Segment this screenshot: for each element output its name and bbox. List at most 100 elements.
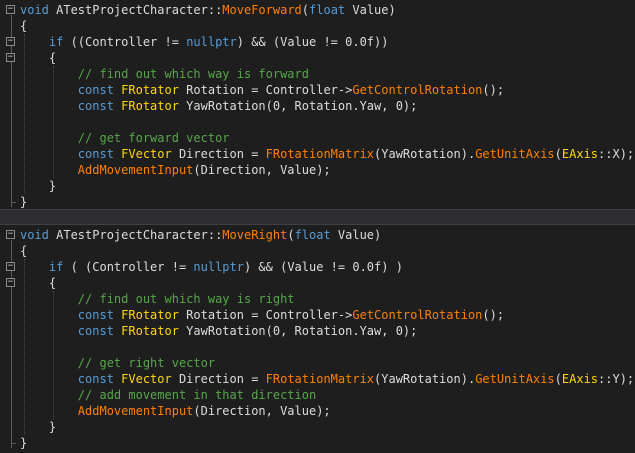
- code-line[interactable]: }: [20, 194, 27, 210]
- code-token: Direction =: [171, 372, 266, 386]
- code-token: ) && (Value != 0.0f) ): [243, 260, 403, 274]
- code-token: ( (Controller !=: [63, 260, 194, 274]
- code-token: FVector: [121, 372, 172, 386]
- code-token: float: [294, 228, 331, 242]
- code-token: Value): [345, 3, 396, 17]
- code-token: }: [20, 179, 57, 193]
- code-token: ATestProjectCharacter::: [48, 3, 223, 17]
- code-token: YawRotation(0, Rotation.Yaw, 0);: [178, 324, 418, 338]
- code-token: FRotator: [121, 99, 179, 113]
- code-token: const: [77, 147, 114, 161]
- code-token: (: [554, 372, 562, 386]
- fold-collapse-icon[interactable]: −: [6, 278, 15, 287]
- code-line[interactable]: {: [20, 243, 27, 259]
- editor-splitter[interactable]: [0, 209, 635, 225]
- code-token: FRotationMatrix: [265, 147, 375, 161]
- code-token: MoveRight: [222, 228, 288, 242]
- code-line[interactable]: {: [20, 18, 27, 34]
- code-line[interactable]: const FRotator Rotation = Controller->Ge…: [20, 82, 504, 98]
- code-token: GetControlRotation: [352, 308, 483, 322]
- code-token: EAxis: [561, 147, 599, 161]
- code-token: ();: [482, 83, 505, 97]
- code-token: (Direction, Value);: [193, 163, 331, 177]
- code-line[interactable]: {: [20, 50, 56, 66]
- fold-collapse-icon[interactable]: −: [6, 230, 15, 239]
- code-line[interactable]: const FVector Direction = FRotationMatri…: [20, 146, 634, 162]
- code-pane-move-right[interactable]: − − − void ATestProjectCharacter::MoveRight…: [0, 225, 635, 453]
- code-token: AddMovementInput: [77, 163, 194, 177]
- code-editor[interactable]: − − − void ATestProjectCharacter::MoveForwa…: [0, 0, 635, 453]
- fold-collapse-icon[interactable]: −: [6, 37, 15, 46]
- code-line[interactable]: const FRotator YawRotation(0, Rotation.Y…: [20, 323, 418, 339]
- code-token: {: [20, 244, 28, 258]
- code-token: AddMovementInput: [77, 404, 194, 418]
- code-token: (: [301, 3, 310, 17]
- code-line[interactable]: const FRotator Rotation = Controller->Ge…: [20, 307, 504, 323]
- code-token: Rotation = Controller->: [178, 83, 353, 97]
- code-line[interactable]: // get right vector: [20, 355, 215, 371]
- code-line[interactable]: if ( (Controller != nullptr) && (Value !…: [20, 259, 403, 275]
- code-token: }: [20, 195, 28, 209]
- code-line[interactable]: }: [20, 419, 56, 435]
- code-line[interactable]: // add movement in that direction: [20, 387, 316, 403]
- code-token: const: [77, 308, 114, 322]
- code-line[interactable]: AddMovementInput(Direction, Value);: [20, 162, 331, 178]
- code-token: // get right vector: [20, 356, 216, 370]
- code-token: if: [48, 260, 64, 274]
- code-line[interactable]: void ATestProjectCharacter::MoveForward(…: [20, 2, 396, 18]
- code-token: }: [20, 436, 28, 450]
- code-token: MoveForward: [222, 3, 302, 17]
- code-token: const: [77, 324, 114, 338]
- code-token: nullptr: [193, 260, 244, 274]
- code-token: // find out which way is forward: [20, 67, 309, 81]
- code-line[interactable]: const FRotator YawRotation(0, Rotation.Y…: [20, 98, 418, 114]
- code-token: (YawRotation).: [374, 147, 476, 161]
- code-token: (Direction, Value);: [193, 404, 331, 418]
- fold-end-tick: [11, 202, 16, 203]
- code-line[interactable]: // find out which way is right: [20, 291, 295, 307]
- code-line[interactable]: }: [20, 178, 56, 194]
- code-token: const: [77, 83, 114, 97]
- code-token: FRotator: [121, 308, 179, 322]
- code-line[interactable]: }: [20, 435, 27, 451]
- code-line[interactable]: {: [20, 275, 56, 291]
- code-token: // get forward vector: [20, 131, 230, 145]
- code-token: }: [20, 420, 57, 434]
- code-token: const: [77, 99, 114, 113]
- code-token: {: [20, 276, 57, 290]
- code-token: YawRotation(0, Rotation.Yaw, 0);: [178, 99, 418, 113]
- code-line[interactable]: if ((Controller != nullptr) && (Value !=…: [20, 34, 389, 50]
- code-token: {: [20, 51, 57, 65]
- code-token: void: [20, 3, 49, 17]
- code-token: // find out which way is right: [20, 292, 295, 306]
- code-line[interactable]: AddMovementInput(Direction, Value);: [20, 403, 331, 419]
- code-token: ATestProjectCharacter::: [48, 228, 223, 242]
- code-token: if: [48, 35, 64, 49]
- fold-collapse-icon[interactable]: −: [6, 262, 15, 271]
- code-token: (YawRotation).: [374, 372, 476, 386]
- code-token: FRotationMatrix: [265, 372, 375, 386]
- code-token: (: [287, 228, 295, 242]
- code-pane-move-forward[interactable]: − − − void ATestProjectCharacter::MoveForwa…: [0, 0, 635, 209]
- code-token: Value): [330, 228, 382, 242]
- code-line[interactable]: void ATestProjectCharacter::MoveRight(fl…: [20, 227, 381, 243]
- code-token: // add movement in that direction: [20, 388, 317, 402]
- code-line[interactable]: // find out which way is forward: [20, 66, 309, 82]
- fold-collapse-icon[interactable]: −: [6, 5, 15, 14]
- code-line[interactable]: // get forward vector: [20, 130, 230, 146]
- code-token: GetUnitAxis: [475, 147, 555, 161]
- code-token: ::Y);: [598, 372, 635, 386]
- fold-gutter-line: [11, 240, 12, 448]
- code-line[interactable]: const FVector Direction = FRotationMatri…: [20, 371, 634, 387]
- code-token: Rotation = Controller->: [178, 308, 353, 322]
- code-token: void: [20, 228, 49, 242]
- code-token: FVector: [121, 147, 172, 161]
- fold-collapse-icon[interactable]: −: [6, 53, 15, 62]
